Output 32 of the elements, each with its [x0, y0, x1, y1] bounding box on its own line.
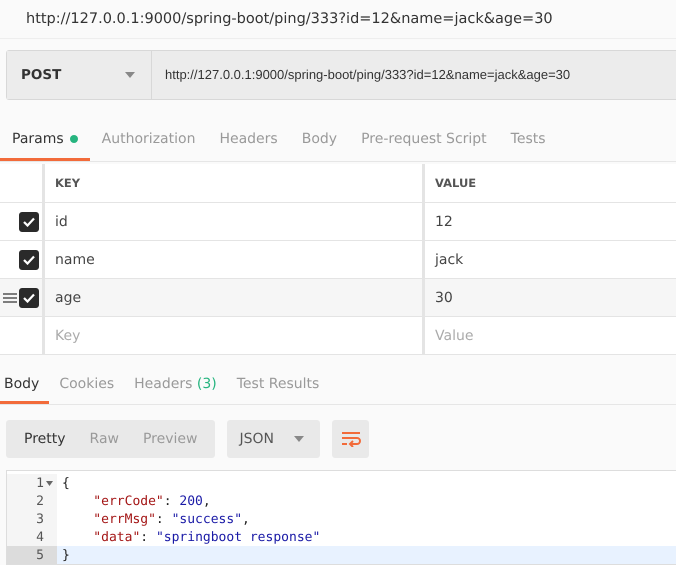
- checkmark-icon: [23, 216, 35, 227]
- param-key[interactable]: age: [42, 279, 422, 318]
- code-line: {: [61, 474, 70, 492]
- line-number: 5: [36, 548, 44, 562]
- response-tab[interactable]: Body: [0, 366, 50, 404]
- code-line: "errCode": 200,: [92, 492, 211, 510]
- view-mode-option[interactable]: Pretty: [12, 420, 78, 458]
- wrap-icon: [340, 431, 361, 448]
- format-dropdown[interactable]: JSON: [227, 420, 320, 458]
- param-value[interactable]: 12: [422, 203, 676, 242]
- line-number: 1: [36, 476, 44, 490]
- window-title: http://127.0.0.1:9000/spring-boot/ping/333?id=12&name=jack&age=30: [0, 0, 676, 39]
- drag-handle-icon[interactable]: [3, 292, 17, 304]
- checkbox[interactable]: [19, 250, 39, 270]
- param-value[interactable]: jack: [422, 241, 676, 280]
- checkbox[interactable]: [19, 212, 39, 232]
- caret-icon: [294, 436, 304, 442]
- checkmark-icon: [23, 292, 35, 303]
- line-number: 3: [36, 512, 44, 526]
- fold-caret-icon[interactable]: [46, 480, 53, 486]
- wrap-lines-button[interactable]: [332, 420, 370, 458]
- param-value[interactable]: 30: [422, 279, 676, 318]
- line-number: 2: [36, 494, 44, 508]
- code-line: "data": "springboot response": [92, 528, 320, 546]
- code-line: }: [61, 546, 70, 564]
- request-tab[interactable]: Params: [0, 120, 90, 162]
- code-line: "errMsg": "success",: [92, 510, 250, 528]
- line-number: 4: [36, 530, 44, 544]
- param-key[interactable]: name: [42, 241, 422, 280]
- param-key[interactable]: id: [42, 203, 422, 242]
- checkbox[interactable]: [19, 288, 39, 308]
- checkmark-icon: [23, 254, 35, 265]
